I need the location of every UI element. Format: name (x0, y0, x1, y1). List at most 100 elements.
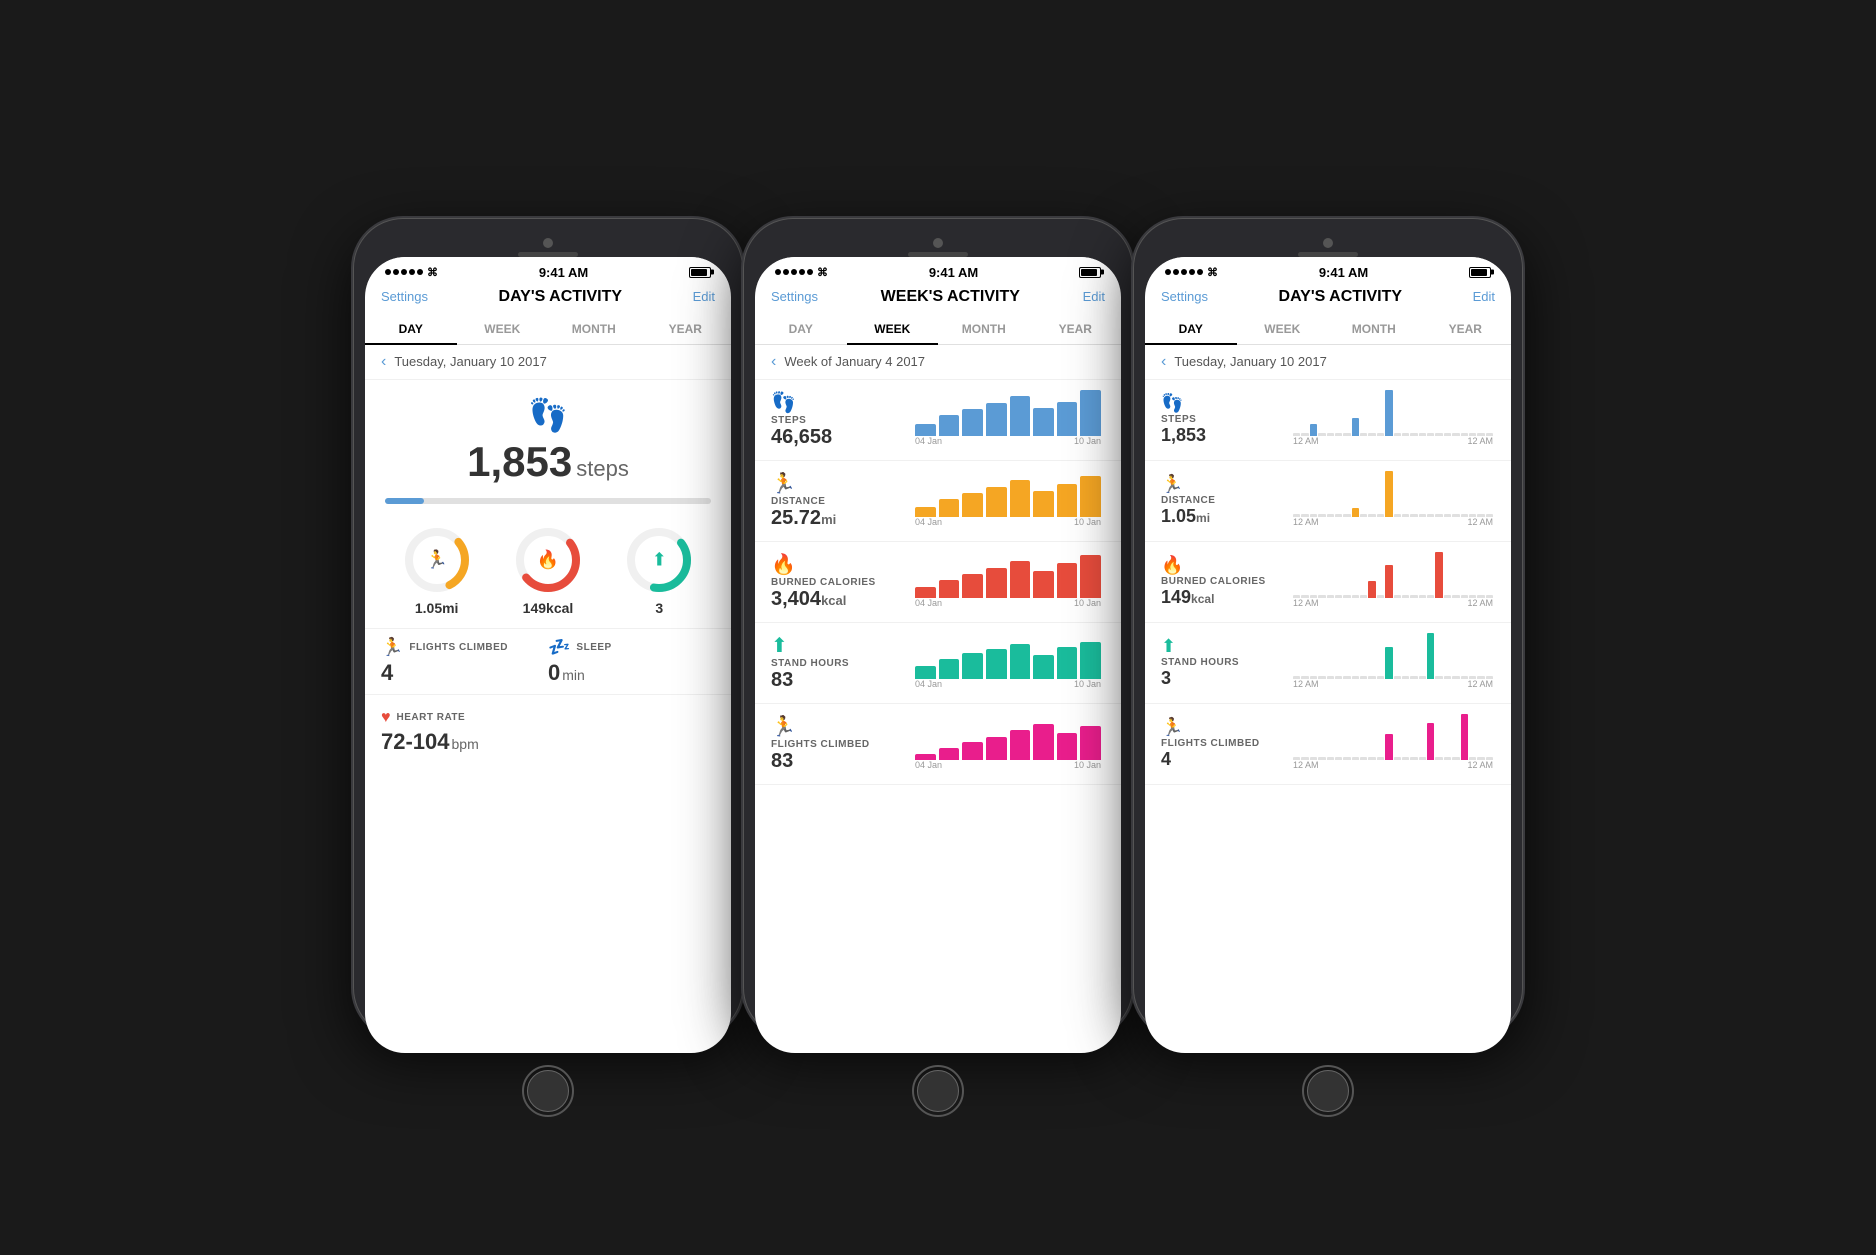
bar (1080, 726, 1101, 759)
hour-bar (1410, 595, 1417, 597)
hour-bar (1410, 757, 1417, 759)
hour-bar (1419, 514, 1426, 516)
hour-bar (1360, 433, 1367, 435)
tab-year-3[interactable]: YEAR (1420, 314, 1512, 344)
sleep-value-1: 0 (548, 660, 560, 686)
bar (939, 415, 960, 436)
flights-value-1: 4 (381, 660, 393, 685)
day-stand-left-3: ⬆ STAND HOURS 3 (1161, 636, 1291, 689)
hour-bar (1402, 757, 1409, 759)
hour-bar (1360, 757, 1367, 759)
bar (1010, 561, 1031, 598)
chart-dates-cal-3: 12 AM12 AM (1291, 598, 1495, 608)
week-list-2: 👣 STEPS 46,658 (755, 380, 1121, 1053)
settings-link-2[interactable]: Settings (771, 289, 818, 304)
tab-year-1[interactable]: YEAR (640, 314, 732, 344)
prev-arrow-3[interactable]: ‹ (1161, 353, 1166, 371)
stat-heart-1: ♥ HEART RATE 72-104 bpm (381, 703, 479, 761)
stand-value-2: 83 (771, 669, 911, 692)
prev-arrow-1[interactable]: ‹ (381, 353, 386, 371)
nav-title-3: DAY'S ACTIVITY (1279, 288, 1403, 306)
date-text-1: Tuesday, January 10 2017 (394, 354, 547, 369)
steps-value-3: 1,853 (1161, 425, 1291, 446)
settings-link-3[interactable]: Settings (1161, 289, 1208, 304)
bar (1057, 647, 1078, 678)
tab-week-3[interactable]: WEEK (1237, 314, 1329, 344)
bar (986, 403, 1007, 435)
hour-bar (1394, 757, 1401, 759)
stand-value-3: 3 (1161, 668, 1291, 689)
status-bar-1: ⌘ 9:41 AM (365, 257, 731, 284)
bar (962, 574, 983, 598)
edit-link-3[interactable]: Edit (1473, 289, 1495, 304)
tab-month-2[interactable]: MONTH (938, 314, 1030, 344)
hour-bar (1352, 757, 1359, 759)
tab-year-2[interactable]: YEAR (1030, 314, 1122, 344)
flights-icon-1: 🏃 (381, 637, 403, 658)
signal-1: ⌘ (385, 266, 438, 279)
week-distance-2: 🏃 DISTANCE 25.72mi (755, 461, 1121, 542)
edit-link-2[interactable]: Edit (1083, 289, 1105, 304)
edit-link-1[interactable]: Edit (693, 289, 715, 304)
bar (1010, 396, 1031, 435)
flights-label-2: FLIGHTS CLIMBED (771, 739, 911, 750)
tab-month-3[interactable]: MONTH (1328, 314, 1420, 344)
bar (915, 507, 936, 516)
tab-day-2[interactable]: DAY (755, 314, 847, 344)
home-button-2[interactable] (912, 1065, 964, 1117)
chart-end-steps-2: 10 Jan (1074, 436, 1101, 446)
hour-bar (1385, 647, 1392, 678)
distance-label-2: DISTANCE (771, 496, 911, 507)
bar (1080, 555, 1101, 597)
calories-unit-3: kcal (1191, 592, 1214, 606)
tab-month-1[interactable]: MONTH (548, 314, 640, 344)
tab-day-1[interactable]: DAY (365, 314, 457, 344)
hour-bar (1335, 595, 1342, 597)
prev-arrow-2[interactable]: ‹ (771, 353, 776, 371)
phone-3: ⌘ 9:41 AM Settings DAY'S ACTIVITY Edit D… (1133, 218, 1523, 1038)
week-flights-left-2: 🏃 FLIGHTS CLIMBED 83 (771, 714, 911, 773)
bar (939, 659, 960, 678)
stand-label-2: STAND HOURS (771, 658, 911, 669)
stat-row-flights-sleep-1: 🏃 FLIGHTS CLIMBED 4 💤 SLEEP 0 min (365, 628, 731, 694)
hour-bar (1394, 595, 1401, 597)
day-steps-3: 👣 STEPS 1,853 (1145, 380, 1511, 461)
bar (1010, 730, 1031, 760)
stat-flights-1: 🏃 FLIGHTS CLIMBED 4 (381, 637, 548, 686)
home-button-3[interactable] (1302, 1065, 1354, 1117)
bar (962, 742, 983, 759)
hour-bar (1368, 757, 1375, 759)
signal-2: ⌘ (775, 266, 828, 279)
stat-row-heart-1: ♥ HEART RATE 72-104 bpm (365, 694, 731, 769)
bar (962, 409, 983, 436)
week-distance-left-2: 🏃 DISTANCE 25.72mi (771, 471, 911, 530)
up-icon-1: ⬆ (652, 549, 667, 570)
heart-icon-1: ♥ (381, 709, 391, 727)
distance-unit-2: mi (821, 512, 836, 527)
bar (1057, 563, 1078, 598)
tab-day-3[interactable]: DAY (1145, 314, 1237, 344)
nav-title-1: DAY'S ACTIVITY (499, 288, 623, 306)
hour-bar (1402, 433, 1409, 435)
heart-value-1: 72-104 (381, 729, 450, 755)
heart-label-1: HEART RATE (397, 712, 466, 723)
steps-icon-2: 👣 (771, 390, 911, 415)
hour-bar (1410, 433, 1417, 435)
tab-week-2[interactable]: WEEK (847, 314, 939, 344)
home-button-1[interactable] (522, 1065, 574, 1117)
date-nav-3: ‹ Tuesday, January 10 2017 (1145, 345, 1511, 380)
bar (915, 424, 936, 436)
hour-bar (1394, 433, 1401, 435)
ring-floors-value-1: 3 (655, 600, 663, 616)
hour-bar (1360, 595, 1367, 597)
hour-bar (1368, 514, 1375, 516)
chart-dates-dist-2: 04 Jan10 Jan (911, 517, 1105, 527)
camera-1 (543, 238, 553, 248)
hour-bar (1343, 757, 1350, 759)
tab-week-1[interactable]: WEEK (457, 314, 549, 344)
settings-link-1[interactable]: Settings (381, 289, 428, 304)
phone-1-bottom (365, 1053, 731, 1125)
heart-unit-1: bpm (452, 736, 479, 752)
day-steps-left-3: 👣 STEPS 1,853 (1161, 393, 1291, 446)
bar (1080, 642, 1101, 679)
